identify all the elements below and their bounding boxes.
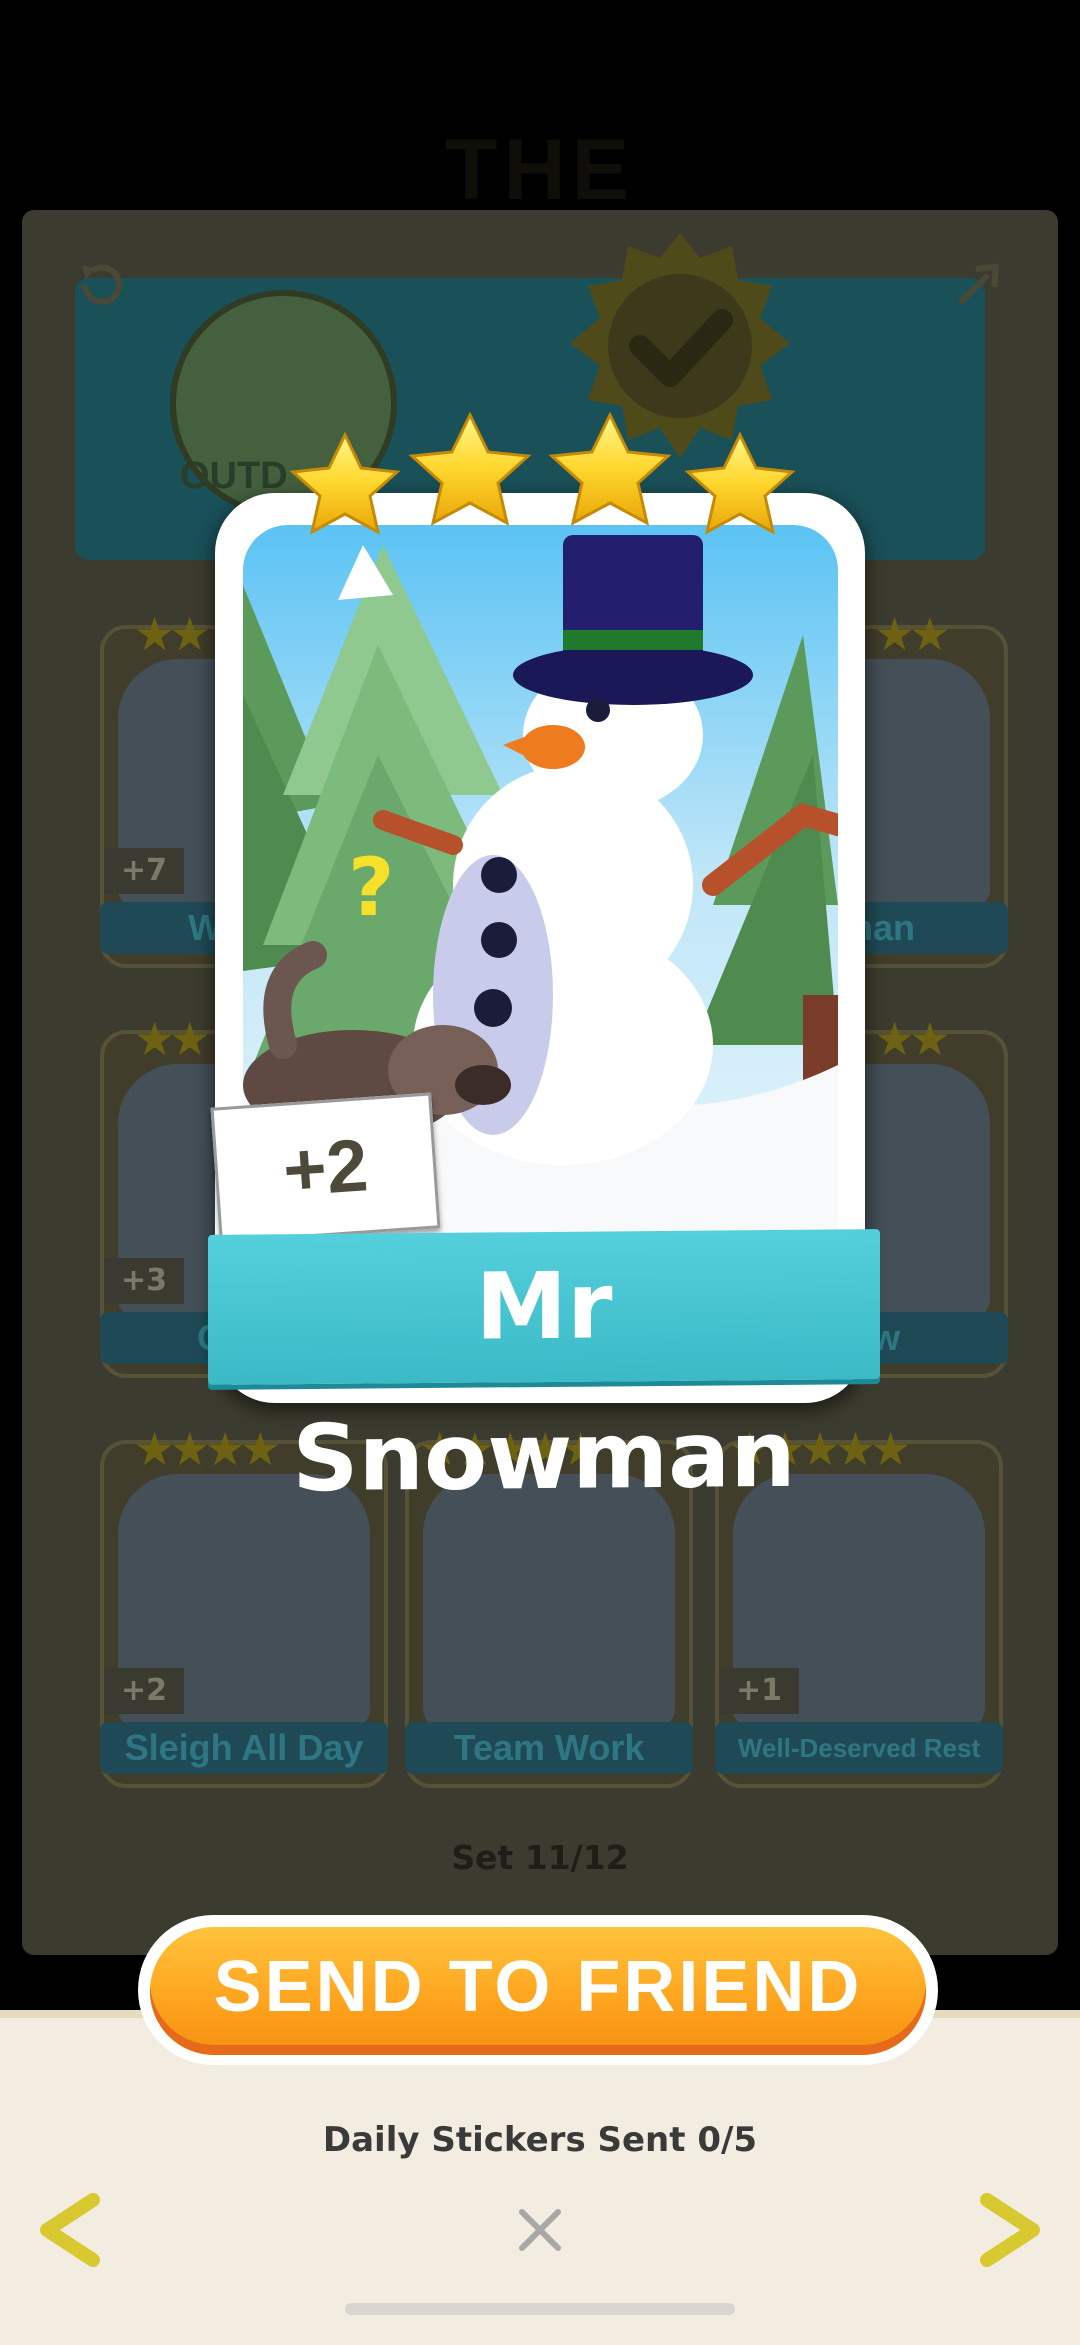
previous-arrow-icon[interactable] [35,2190,105,2270]
card-stars: ★★★★ [134,1422,281,1476]
sticker-bonus-tag: +2 [210,1092,441,1244]
card-stars: ★★ [874,1012,951,1066]
set-label: OUTD [180,455,288,497]
card-bonus: +2 [104,1668,184,1714]
card-name: Sleigh All Day [100,1722,388,1774]
next-arrow-icon[interactable] [975,2190,1045,2270]
send-to-friend-label: SEND TO FRIEND [150,1927,926,2055]
card-name: Team Work [405,1722,693,1774]
svg-text:?: ? [348,841,394,934]
send-to-friend-button[interactable]: SEND TO FRIEND [138,1915,938,2065]
star-icon [289,431,401,535]
card-bonus: +1 [719,1668,799,1714]
set-progress: Set 11/12 [451,1838,629,1877]
card-bonus: +7 [104,848,184,894]
card-name: Well-Deserved Rest [715,1722,1003,1774]
home-indicator [345,2303,735,2315]
undo-icon[interactable] [70,255,130,315]
star-icon [548,411,672,526]
sticker-name: Mr Snowman [208,1229,880,1512]
album-title: THE ARTIST [367,122,708,305]
star-icon [684,431,796,535]
close-icon[interactable] [510,2200,570,2260]
card-stars: ★★ [134,1012,211,1066]
share-icon[interactable] [948,255,1008,315]
rarity-stars [289,411,796,535]
star-icon [408,411,532,526]
card-stars: ★★ [134,607,211,661]
card-stars: ★★ [874,607,951,661]
daily-stickers-status: Daily Stickers Sent 0/5 [322,2120,758,2160]
card-bonus: +3 [104,1258,184,1304]
